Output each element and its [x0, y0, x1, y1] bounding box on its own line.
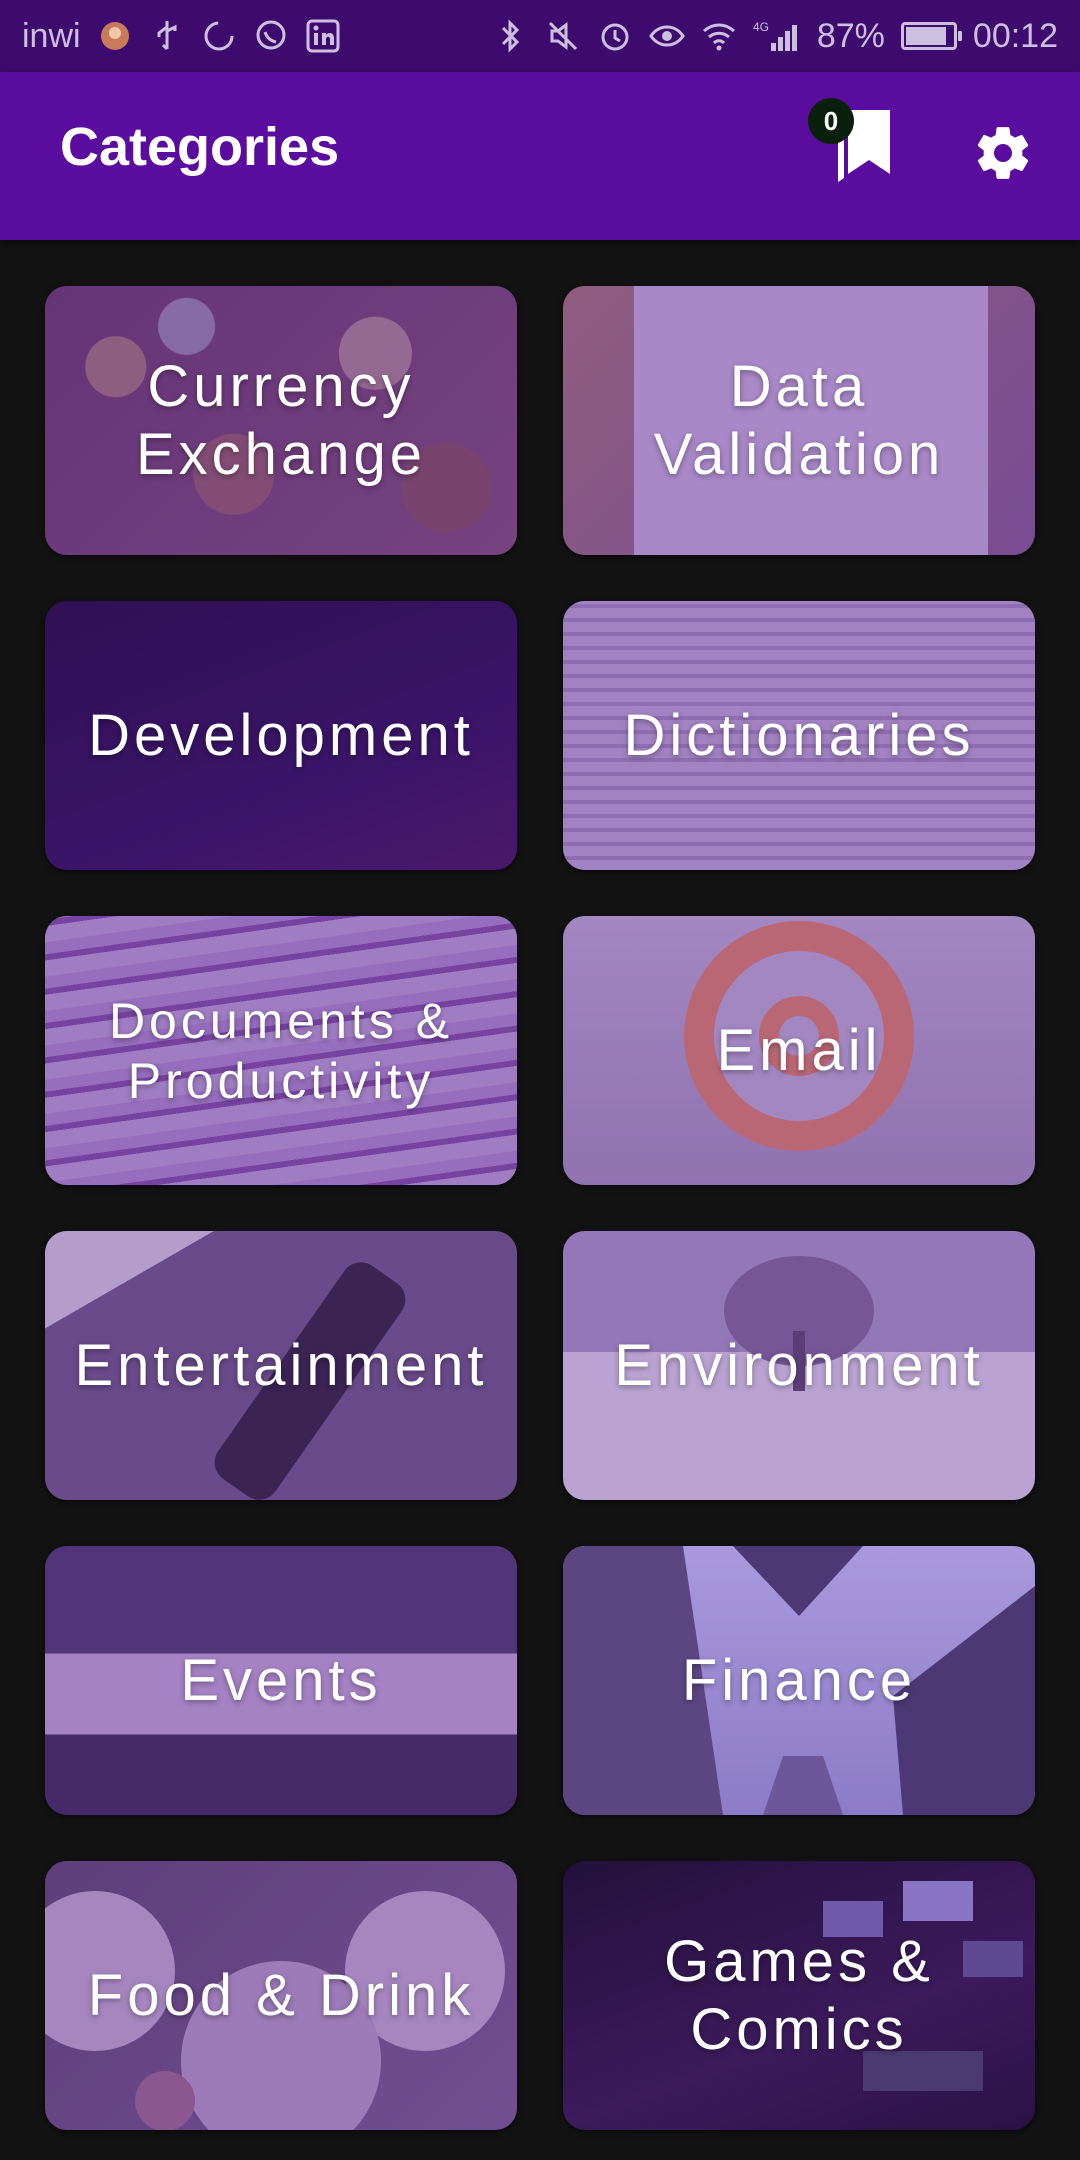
category-card-documents-productivity[interactable]: Documents & Productivity [45, 916, 517, 1185]
category-card-development[interactable]: Development [45, 601, 517, 870]
avatar-icon [97, 18, 133, 54]
status-bar-left: inwi [22, 17, 341, 56]
category-card-email[interactable]: Email [563, 916, 1035, 1185]
category-card-environment[interactable]: Environment [563, 1231, 1035, 1500]
category-card-data-validation[interactable]: Data Validation [563, 286, 1035, 555]
bookmarks-button[interactable]: 0 [808, 98, 900, 204]
eye-icon [649, 18, 685, 54]
category-card-events[interactable]: Events [45, 1546, 517, 1815]
carrier-label: inwi [22, 16, 81, 55]
sync-icon [201, 18, 237, 54]
signal-icon: 4G [753, 18, 801, 54]
category-label: Currency Exchange [136, 353, 426, 487]
battery-percent: 87% [816, 16, 885, 55]
category-label: Environment [614, 1332, 984, 1398]
network-type: 4G [753, 20, 769, 34]
usb-icon [149, 18, 185, 54]
category-card-dictionaries[interactable]: Dictionaries [563, 601, 1035, 870]
status-bar: inwi 4G 87% 00:12 [0, 0, 1080, 72]
category-label: Dictionaries [623, 702, 975, 768]
bookmark-count-badge: 0 [808, 98, 854, 144]
app-bar: Categories 0 [0, 72, 1080, 240]
category-label: Finance [681, 1647, 917, 1713]
category-label: Email [716, 1017, 882, 1083]
category-card-entertainment[interactable]: Entertainment [45, 1231, 517, 1500]
category-label: Documents & Productivity [108, 992, 454, 1109]
category-label: Data Validation [653, 353, 945, 487]
page-title: Categories [60, 117, 340, 177]
category-card-finance[interactable]: Finance [563, 1546, 1035, 1815]
alarm-icon [597, 18, 633, 54]
category-label: Entertainment [74, 1332, 488, 1398]
linkedin-icon [305, 18, 341, 54]
category-label: Events [180, 1647, 382, 1713]
battery-fill [905, 27, 946, 45]
wifi-icon [701, 18, 737, 54]
category-card-games-comics[interactable]: Games & Comics [563, 1861, 1035, 2130]
category-grid: Currency Exchange Data Validation Develo… [45, 286, 1035, 2130]
mute-icon [545, 18, 581, 54]
category-card-food-drink[interactable]: Food & Drink [45, 1861, 517, 2130]
settings-button[interactable] [972, 122, 1040, 190]
whatsapp-icon [253, 18, 289, 54]
category-label: Games & Comics [664, 1928, 934, 2062]
clock: 00:12 [972, 16, 1058, 55]
bluetooth-icon [493, 18, 529, 54]
gear-icon [977, 127, 1029, 179]
category-label: Food & Drink [87, 1962, 475, 2028]
status-bar-right: 4G 87% 00:12 [493, 17, 1058, 56]
category-card-currency-exchange[interactable]: Currency Exchange [45, 286, 517, 555]
category-label: Development [88, 702, 474, 768]
battery-icon [900, 22, 962, 50]
